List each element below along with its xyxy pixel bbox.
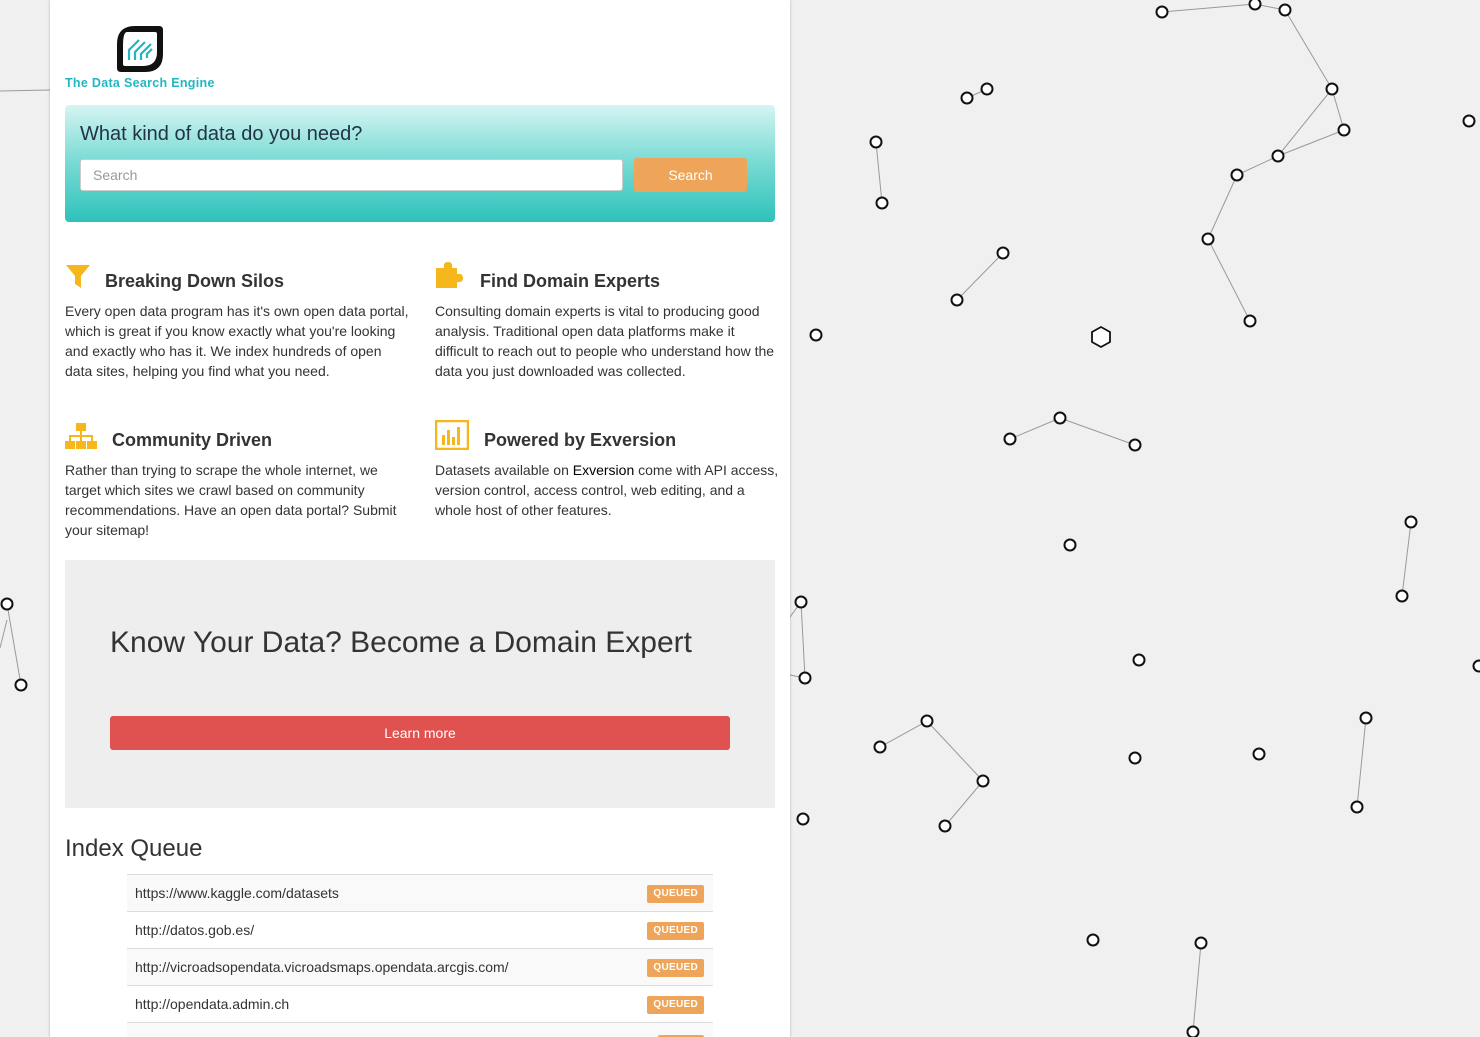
feature-text-part: Datasets available on <box>435 462 573 478</box>
learn-more-button[interactable]: Learn more <box>110 716 730 750</box>
index-queue-title: Index Queue <box>65 835 203 862</box>
puzzle-icon <box>436 262 463 288</box>
domain-expert-promo: Know Your Data? Become a Domain Expert L… <box>65 560 775 808</box>
search-input[interactable] <box>80 159 623 191</box>
main-panel: The Data Search Engine What kind of data… <box>50 0 790 1037</box>
status-badge: QUEUED <box>647 996 704 1014</box>
feature-text: Rather than trying to scrape the whole i… <box>65 462 397 538</box>
funnel-icon <box>66 265 90 288</box>
feature-text: Every open data program has it's own ope… <box>65 303 409 379</box>
exversion-link[interactable]: Exversion <box>573 462 634 478</box>
feature-title: Breaking Down Silos <box>105 271 285 291</box>
queue-url: http://datos.gob.es/ <box>135 922 255 938</box>
sitemap-icon <box>65 423 97 449</box>
search-heading: What kind of data do you need? <box>80 123 363 145</box>
table-row: http://datos.gob.es/ QUEUED <box>127 912 713 949</box>
promo-title: Know Your Data? Become a Domain Expert <box>110 626 692 659</box>
status-badge: QUEUED <box>647 885 704 903</box>
queue-url: https://www.kaggle.com/datasets <box>135 885 339 901</box>
queue-url: http://vicroadsopendata.vicroadsmaps.ope… <box>135 959 509 975</box>
search-button[interactable]: Search <box>634 158 747 192</box>
bar-chart-icon <box>435 420 469 450</box>
feature-title: Powered by Exversion <box>484 430 677 450</box>
brand-name: The Data Search Engine <box>65 76 215 90</box>
index-queue-table: https://www.kaggle.com/datasets QUEUED h… <box>127 874 713 1037</box>
feature-title: Find Domain Experts <box>480 271 661 291</box>
feature-title: Community Driven <box>112 430 273 450</box>
queue-url: http://opendata.admin.ch <box>135 996 290 1012</box>
status-badge: QUEUED <box>647 959 704 977</box>
table-row: http://vicroadsopendata.vicroadsmaps.ope… <box>127 949 713 986</box>
feature-text: Datasets available on Exversion come wit… <box>435 460 780 520</box>
logo-leaf-icon <box>117 26 163 72</box>
table-row: https://www.kaggle.com/datasets QUEUED <box>127 875 713 912</box>
status-badge: QUEUED <box>647 922 704 940</box>
search-hero: What kind of data do you need? Search <box>65 105 775 222</box>
site-logo[interactable]: The Data Search Engine <box>65 24 225 92</box>
table-row: http://opendata.admin.ch QUEUED <box>127 986 713 1023</box>
table-row <box>127 1023 713 1037</box>
feature-text: Consulting domain experts is vital to pr… <box>435 303 775 379</box>
